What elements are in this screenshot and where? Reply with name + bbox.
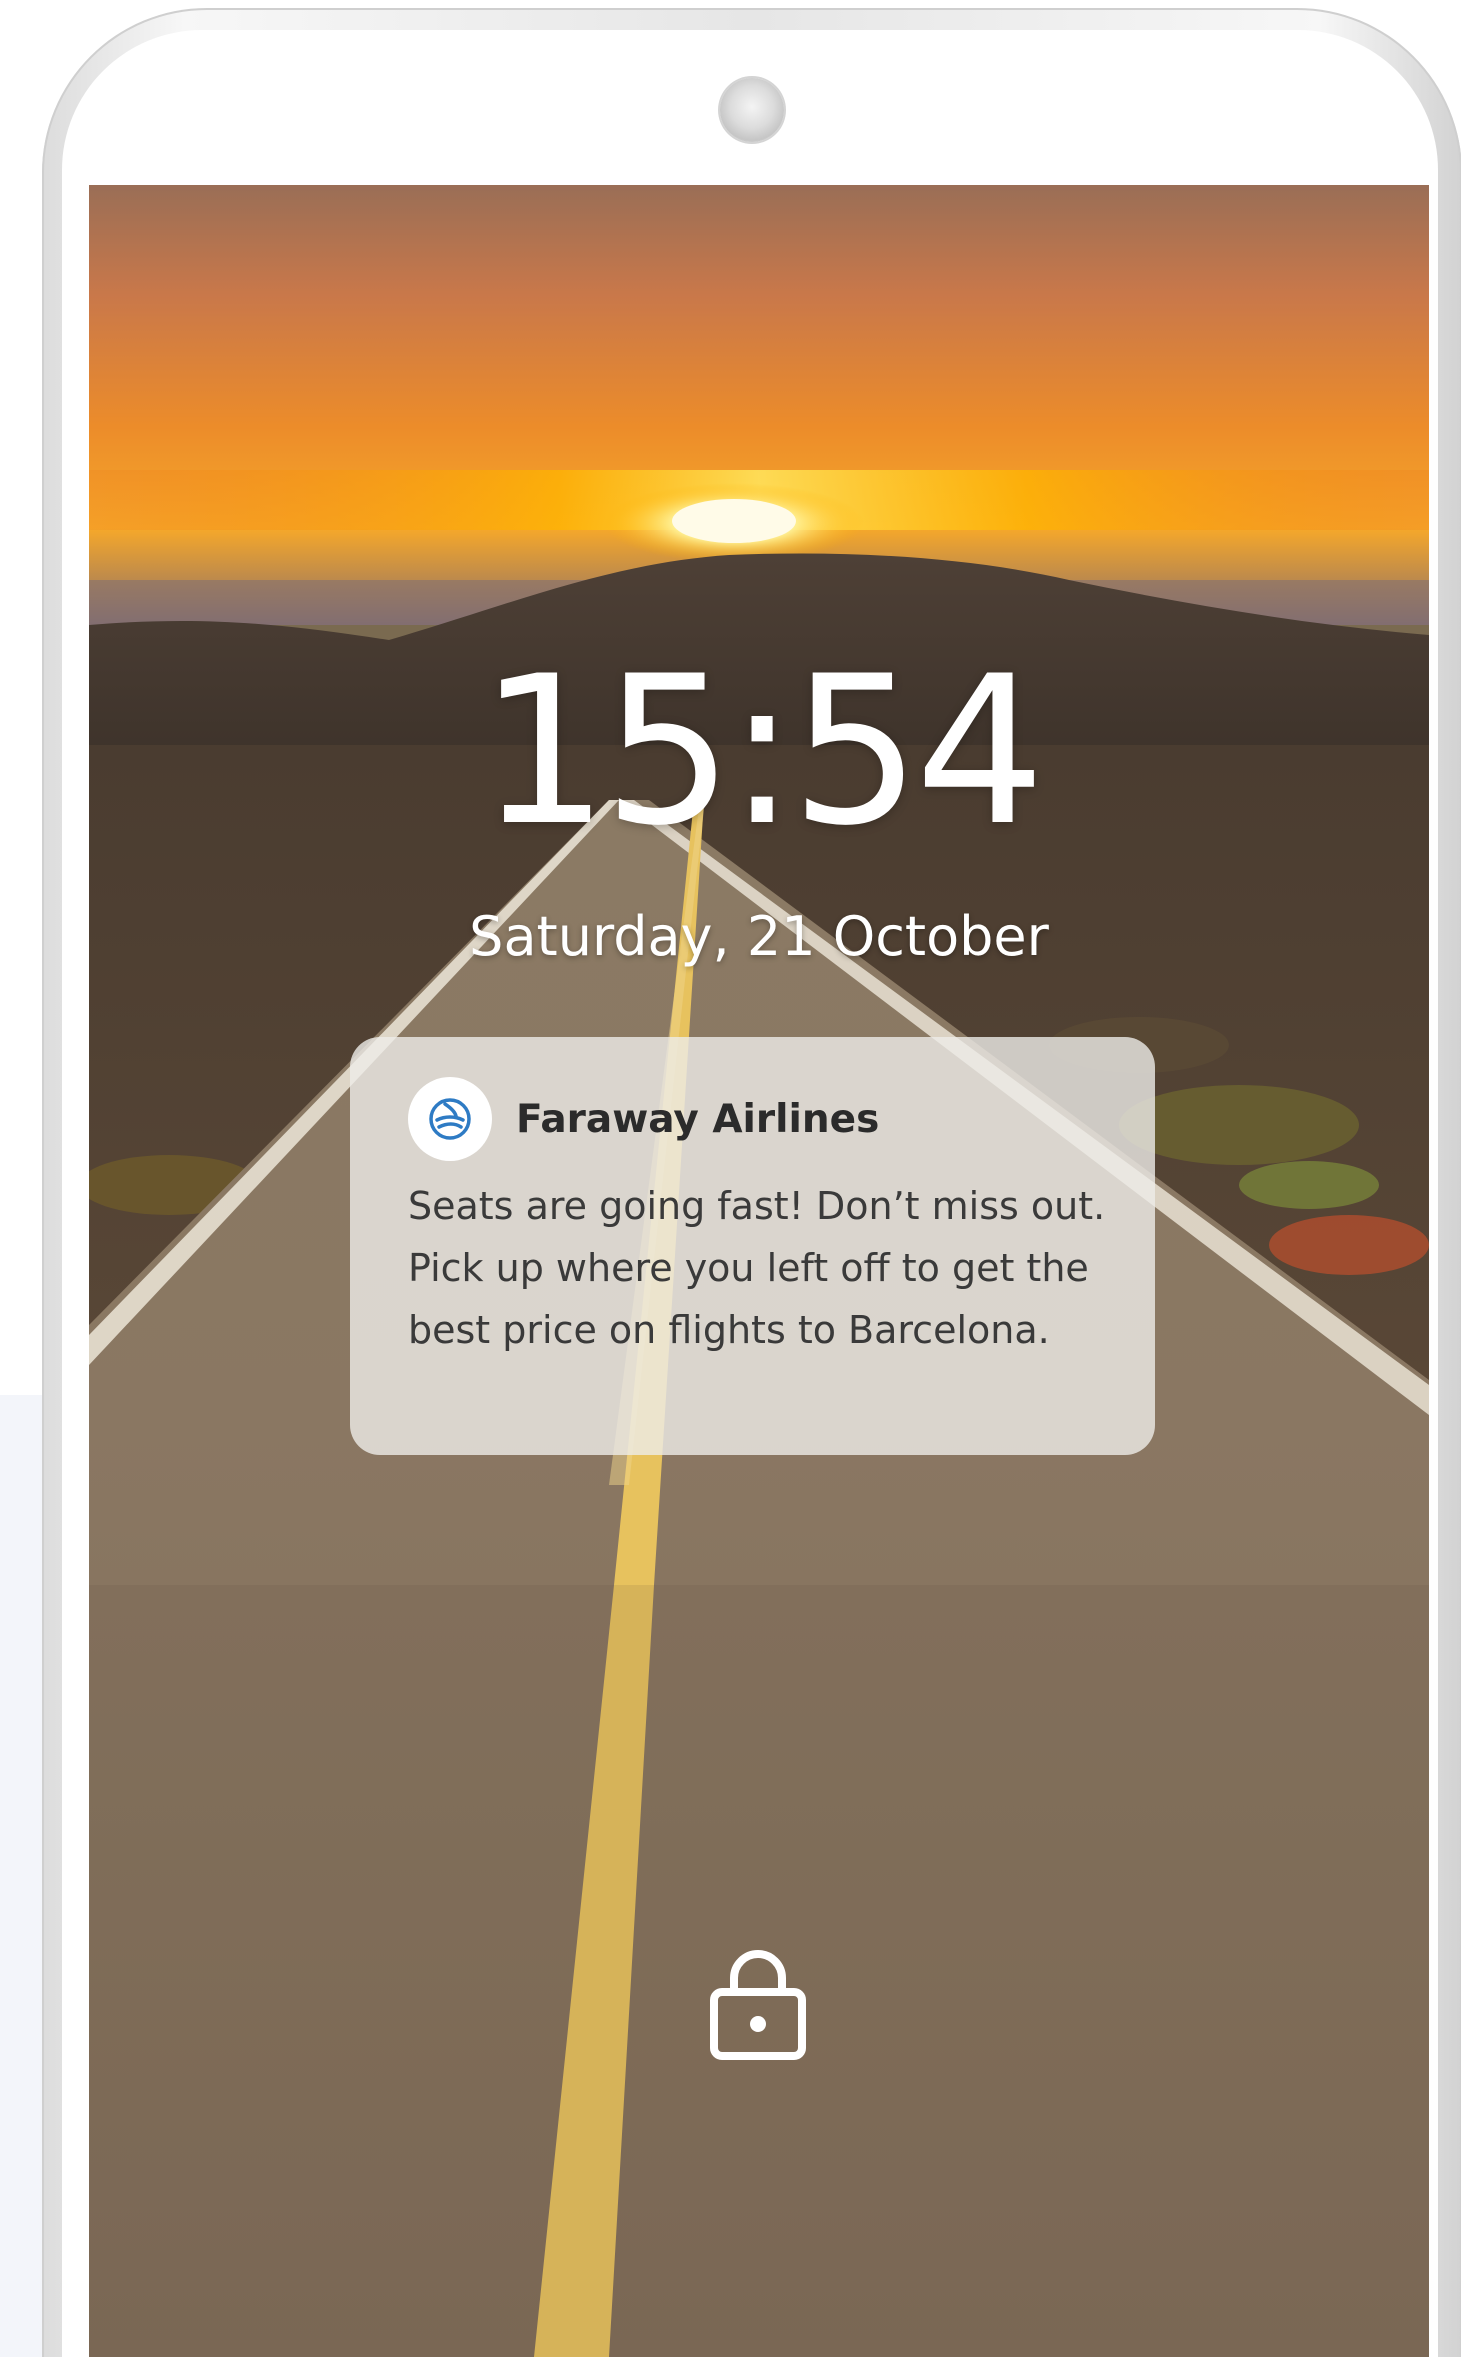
notification-card[interactable]: Faraway Airlines Seats are going fast! D… bbox=[350, 1037, 1155, 1455]
faraway-airlines-logo-icon bbox=[408, 1077, 492, 1161]
stage: 15:54 Saturday, 21 October Faraway Airli… bbox=[0, 0, 1461, 2357]
lockscreen-clock: 15:54 bbox=[478, 633, 1046, 871]
front-camera bbox=[720, 78, 784, 142]
notification-app-name: Faraway Airlines bbox=[516, 1096, 880, 1142]
lockscreen-date: Saturday, 21 October bbox=[469, 905, 1049, 968]
notification-header: Faraway Airlines bbox=[408, 1077, 1115, 1161]
lock-icon[interactable] bbox=[706, 1942, 810, 2062]
lock-screen: 15:54 Saturday, 21 October Faraway Airli… bbox=[89, 185, 1429, 2357]
notification-message: Seats are going fast! Don’t miss out. Pi… bbox=[408, 1184, 1106, 1352]
